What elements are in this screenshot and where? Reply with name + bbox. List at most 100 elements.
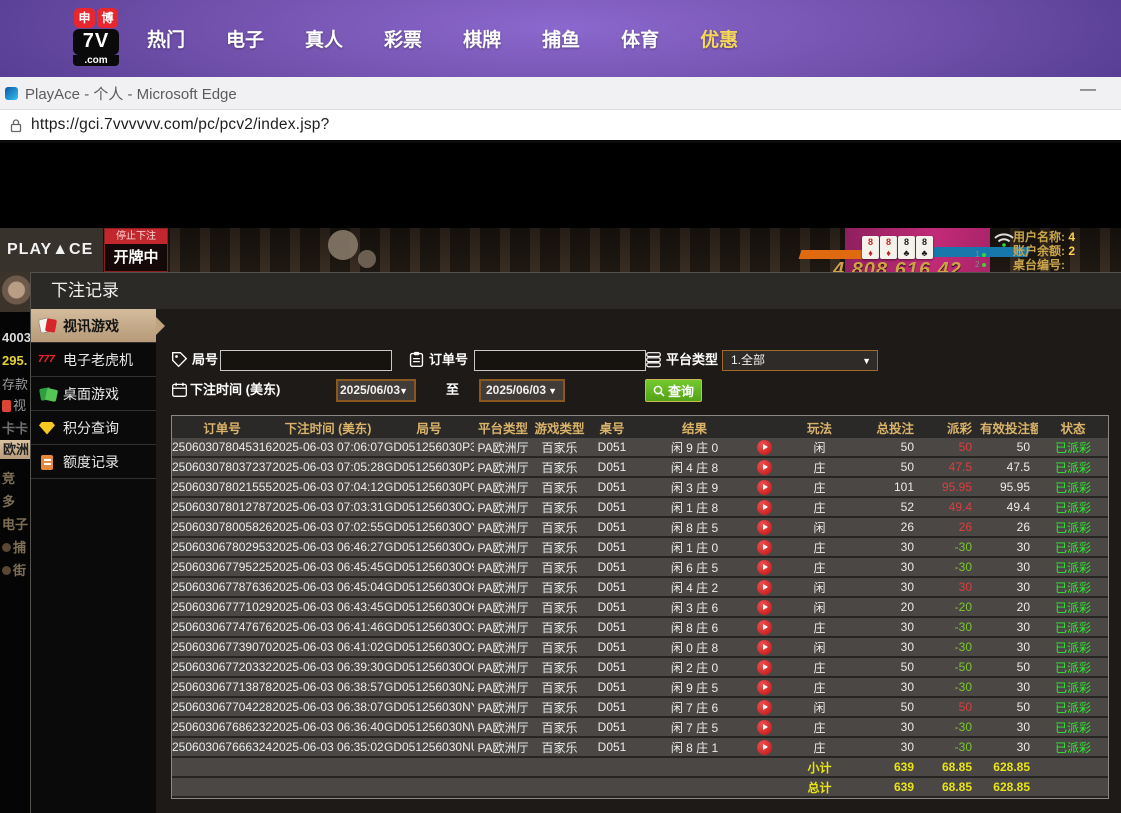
table-cell: 50	[862, 460, 922, 474]
edge-favicon-icon	[5, 87, 18, 100]
table-cell: 闲	[777, 639, 862, 656]
sidebar-item-label: 视讯游戏	[63, 309, 119, 343]
table-cell: 闲	[777, 439, 862, 456]
table-cell: 50	[922, 700, 980, 714]
sidebar-item-额度记录[interactable]: 额度记录	[31, 445, 156, 479]
table-cell: PA欧洲厅	[474, 699, 532, 716]
table-cell: 47.5	[980, 460, 1038, 474]
bet-record-row: 2506030677042282025-06-03 06:38:07GD0512…	[172, 698, 1108, 718]
nav-item-棋牌[interactable]: 棋牌	[463, 25, 501, 52]
url-text[interactable]: https://gci.7vvvvvv.com/pc/pcv2/index.js…	[31, 116, 329, 134]
table-cell: 30	[862, 620, 922, 634]
subtotal-row: 小计63968.85628.85	[172, 758, 1108, 778]
table-cell: 2025-06-03 06:41:02	[272, 640, 384, 654]
table-cell: GD051256030O2	[384, 640, 474, 654]
play-video-button[interactable]	[757, 540, 772, 555]
table-cell: 250603067704228	[172, 700, 272, 714]
table-cell: 2025-06-03 06:36:40	[272, 720, 384, 734]
lobby-strip-item: 4003	[2, 330, 30, 345]
platform-select[interactable]: 1.全部 ▼	[722, 350, 878, 371]
site-logo[interactable]: 申 博 7V .com	[73, 8, 119, 68]
play-video-button[interactable]	[757, 500, 772, 515]
table-cell: 30	[862, 740, 922, 754]
sidebar-item-视讯游戏[interactable]: 视讯游戏	[31, 309, 156, 343]
table-cell: 订单号	[172, 418, 272, 437]
dealing-label: 开牌中	[105, 244, 167, 271]
table-cell: 2025-06-03 06:41:46	[272, 620, 384, 634]
table-cell: 250603067787636	[172, 580, 272, 594]
date-to-picker[interactable]: 2025/06/03 ▼	[479, 379, 565, 402]
table-cell: 30	[980, 680, 1038, 694]
table-cell: 26	[980, 520, 1038, 534]
table-cell	[752, 480, 777, 495]
play-video-button[interactable]	[757, 520, 772, 535]
card-icon	[2, 400, 11, 412]
chevron-down-icon: ▼	[399, 381, 408, 401]
nav-item-热门[interactable]: 热门	[147, 25, 185, 52]
minimize-button[interactable]: —	[1080, 81, 1096, 99]
table-cell: 30	[862, 720, 922, 734]
table-cell: 250603067666324	[172, 740, 272, 754]
play-video-button[interactable]	[757, 720, 772, 735]
table-cell: 闲 4 庄 8	[637, 459, 752, 476]
table-cell: 26	[922, 520, 980, 534]
page-content: 8♦8♦8♣8♣ 4,808,616.42 PLAY▲CE 停止下注 开牌中 1…	[0, 143, 1121, 813]
green-icon	[38, 385, 58, 403]
game-icon	[2, 543, 11, 552]
search-button[interactable]: 查询	[645, 379, 702, 402]
play-video-button[interactable]	[757, 480, 772, 495]
lobby-strip-item: 竞	[2, 468, 15, 487]
table-cell: 26	[862, 520, 922, 534]
nav-item-体育[interactable]: 体育	[621, 25, 659, 52]
doc-icon	[38, 453, 58, 471]
table-cell: 闲	[777, 519, 862, 536]
nav-item-真人[interactable]: 真人	[305, 25, 343, 52]
play-video-button[interactable]	[757, 600, 772, 615]
tag-icon	[171, 351, 188, 368]
play-video-button[interactable]	[757, 620, 772, 635]
lock-icon	[9, 118, 23, 133]
lobby-strip-item: 捕	[2, 537, 26, 556]
bokeh-light	[328, 230, 358, 260]
nav-item-优惠[interactable]: 优惠	[700, 25, 738, 52]
table-cell: 2025-06-03 07:03:31	[272, 500, 384, 514]
sidebar-item-桌面游戏[interactable]: 桌面游戏	[31, 377, 156, 411]
bet-record-row: 2506030677390702025-06-03 06:41:02GD0512…	[172, 638, 1108, 658]
play-video-button[interactable]	[757, 660, 772, 675]
play-video-button[interactable]	[757, 460, 772, 475]
date-from-picker[interactable]: 2025/06/03 ▼	[336, 379, 416, 402]
banner-cards: 8♦8♦8♣8♣	[862, 236, 933, 259]
table-cell: 47.5	[922, 460, 980, 474]
play-video-button[interactable]	[757, 560, 772, 575]
table-cell: PA欧洲厅	[474, 499, 532, 516]
table-header-row: 订单号下注时间 (美东)局号平台类型游戏类型桌号结果玩法总投注派彩有效投注额状态	[172, 416, 1108, 438]
order-input[interactable]	[474, 350, 646, 371]
table-cell: -30	[922, 640, 980, 654]
table-cell: 52	[862, 500, 922, 514]
sidebar-item-积分查询[interactable]: 积分查询	[31, 411, 156, 445]
play-video-button[interactable]	[757, 640, 772, 655]
table-cell: 101	[862, 480, 922, 494]
nav-item-彩票[interactable]: 彩票	[384, 25, 422, 52]
round-input[interactable]	[220, 350, 392, 371]
table-cell: 游戏类型	[532, 418, 587, 437]
play-video-button[interactable]	[757, 680, 772, 695]
play-video-button[interactable]	[757, 700, 772, 715]
bet-record-row: 2506030780127872025-06-03 07:03:31GD0512…	[172, 498, 1108, 518]
table-cell: PA欧洲厅	[474, 439, 532, 456]
browser-urlbar[interactable]: https://gci.7vvvvvv.com/pc/pcv2/index.js…	[0, 110, 1121, 143]
bet-record-row: 2506030780215552025-06-03 07:04:12GD0512…	[172, 478, 1108, 498]
table-cell: D051	[587, 440, 637, 454]
table-cell: GD051256030P2	[384, 460, 474, 474]
play-video-button[interactable]	[757, 580, 772, 595]
nav-item-电子[interactable]: 电子	[226, 25, 264, 52]
play-video-button[interactable]	[757, 740, 772, 755]
table-cell: 闲 2 庄 0	[637, 659, 752, 676]
table-cell: 结果	[637, 418, 752, 437]
nav-item-捕鱼[interactable]: 捕鱼	[542, 25, 580, 52]
table-cell	[752, 640, 777, 655]
play-video-button[interactable]	[757, 440, 772, 455]
table-cell: 250603067747676	[172, 620, 272, 634]
order-filter-label: 订单号	[429, 349, 468, 371]
sidebar-item-电子老虎机[interactable]: 777电子老虎机	[31, 343, 156, 377]
